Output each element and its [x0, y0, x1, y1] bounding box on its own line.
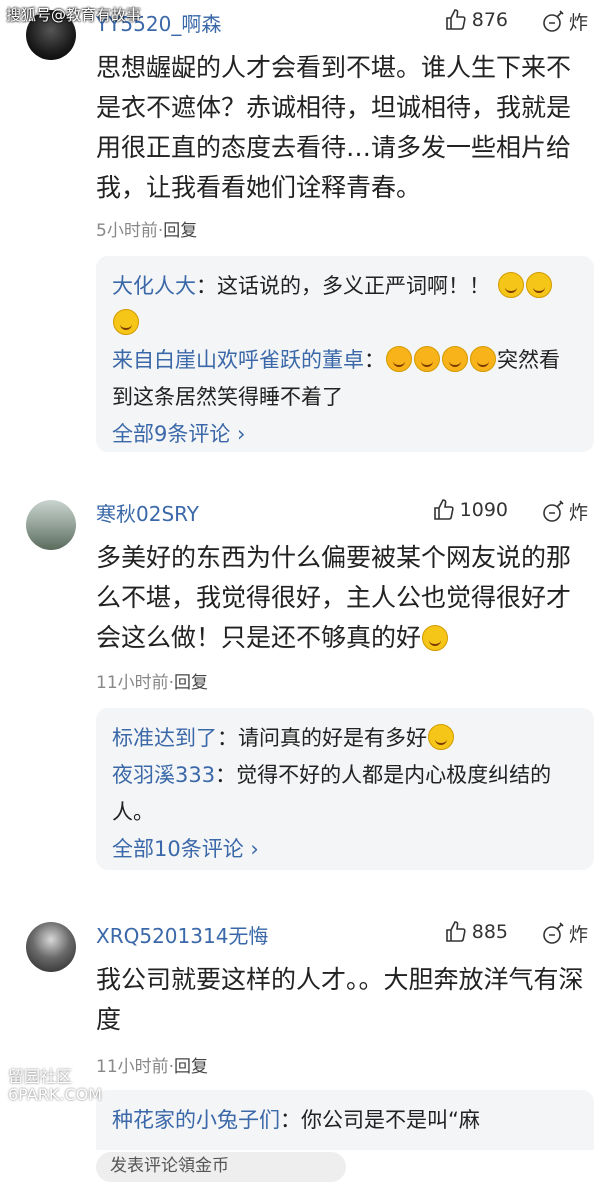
smile-emoji-icon: [428, 724, 454, 750]
like-count: 876: [471, 9, 508, 31]
reply-separator: ：: [364, 348, 385, 372]
watermark-top: 搜狐号@教育有故事: [6, 6, 142, 24]
reply-link[interactable]: 回复: [174, 673, 208, 693]
like-button[interactable]: 876: [444, 8, 508, 32]
smile-emoji-icon: [497, 272, 524, 298]
reply-author[interactable]: 标准达到了: [112, 726, 217, 750]
react-label: 炸: [568, 502, 588, 524]
comment-time: 11小时前: [96, 1057, 169, 1077]
laugh-emoji-icon: [414, 346, 440, 372]
thumbs-up-icon: [445, 9, 466, 30]
comment-time: 11小时前: [96, 673, 169, 693]
watermark-bottom: 留园社区 6PARK.COM: [8, 1068, 102, 1104]
reply-author[interactable]: 夜羽溪333: [112, 763, 215, 787]
reply-box: 标准达到了：请问真的好是有多好 夜羽溪333：觉得不好的人都是内心极度纠结的人。…: [96, 708, 594, 870]
laugh-emoji-icon: [386, 346, 412, 372]
like-button[interactable]: 1090: [432, 498, 508, 522]
react-label: 炸: [568, 924, 588, 946]
laugh-emoji-icon: [442, 346, 468, 372]
reply-separator: ：: [217, 726, 238, 750]
reply-separator: ：: [196, 274, 217, 298]
bomb-icon: [543, 499, 564, 522]
react-button[interactable]: 炸: [540, 920, 588, 947]
bomb-icon: [543, 9, 564, 32]
reply-text: 这话说的，多义正严词啊！！: [217, 274, 490, 298]
react-button[interactable]: 炸: [540, 498, 588, 525]
all-replies-link[interactable]: 全部10条评论 ›: [112, 831, 578, 868]
comment: 寒秋02SRY 1090 炸 多美好的东西为什么偏要被某个网友说的那么不堪，我觉…: [0, 490, 600, 890]
comment-text-content: 多美好的东西为什么偏要被某个网友说的那么不堪，我觉得很好，主人公也觉得很好才会这…: [96, 543, 572, 652]
reply-text: 请问真的好是有多好: [238, 726, 427, 750]
reply-separator: ：: [280, 1108, 301, 1132]
comment-text: 多美好的东西为什么偏要被某个网友说的那么不堪，我觉得很好，主人公也觉得很好才会这…: [96, 538, 590, 658]
avatar[interactable]: [26, 922, 76, 972]
comment: XRQ5201314无悔 885 炸 我公司就要这样的人才。。大胆奔放洋气有深度…: [0, 912, 600, 1168]
comment: YY5520_啊森 876 炸 思想龌龊的人才会看到不堪。谁人生下来不是衣不遮体…: [0, 0, 600, 470]
reply-item[interactable]: 来自白崖山欢呼雀跃的董卓： 突然看到这条居然笑得睡不着了: [112, 342, 578, 416]
like-count: 885: [471, 921, 508, 943]
smile-emoji-icon: [422, 625, 449, 651]
reply-item[interactable]: 种花家的小兔子们：你公司是不是叫“麻: [112, 1102, 578, 1139]
laugh-emoji-icon: [470, 346, 496, 372]
like-button[interactable]: 885: [444, 920, 508, 944]
smile-emoji-icon: [525, 272, 552, 298]
reply-text: 你公司是不是叫“麻: [301, 1108, 480, 1132]
all-replies-link[interactable]: 全部9条评论 ›: [112, 416, 578, 453]
smile-emoji-icon: [113, 309, 139, 335]
comment-time: 5小时前: [96, 221, 158, 241]
reply-item[interactable]: 大化人大：这话说的，多义正严词啊！！: [112, 268, 578, 342]
reply-separator: ：: [215, 763, 237, 787]
react-label: 炸: [568, 12, 588, 34]
reply-link[interactable]: 回复: [174, 1057, 208, 1077]
react-button[interactable]: 炸: [540, 8, 588, 35]
username[interactable]: XRQ5201314无悔: [96, 920, 268, 949]
reply-link[interactable]: 回复: [163, 221, 197, 241]
watermark-line: 留园社区: [8, 1067, 73, 1086]
comment-text: 思想龌龊的人才会看到不堪。谁人生下来不是衣不遮体？赤诚相待，坦诚相待，我就是用很…: [96, 53, 572, 202]
comment-text: 我公司就要这样的人才。。大胆奔放洋气有深度: [96, 965, 584, 1034]
reply-author[interactable]: 来自白崖山欢呼雀跃的董卓: [112, 348, 364, 372]
thumbs-up-icon: [433, 499, 454, 520]
reply-author[interactable]: 种花家的小兔子们: [112, 1108, 280, 1132]
username[interactable]: 寒秋02SRY: [96, 498, 199, 527]
comment-meta: 11小时前·回复: [96, 673, 209, 693]
bomb-icon: [543, 921, 564, 944]
reply-item[interactable]: 夜羽溪333：觉得不好的人都是内心极度纠结的人。: [112, 757, 578, 831]
comment-meta: 5小时前·回复: [96, 221, 198, 241]
watermark-line: 6PARK.COM: [8, 1085, 103, 1104]
like-count: 1090: [459, 499, 508, 521]
reply-author[interactable]: 大化人大: [112, 274, 196, 298]
reply-item[interactable]: 标准达到了：请问真的好是有多好: [112, 720, 578, 757]
thumbs-up-icon: [445, 921, 466, 942]
reply-box: 大化人大：这话说的，多义正严词啊！！ 来自白崖山欢呼雀跃的董卓： 突然看到这条居然…: [96, 256, 594, 452]
comment-meta: 11小时前·回复: [96, 1057, 209, 1077]
comment-input[interactable]: 发表评论領金币: [96, 1152, 346, 1182]
avatar[interactable]: [26, 500, 76, 550]
